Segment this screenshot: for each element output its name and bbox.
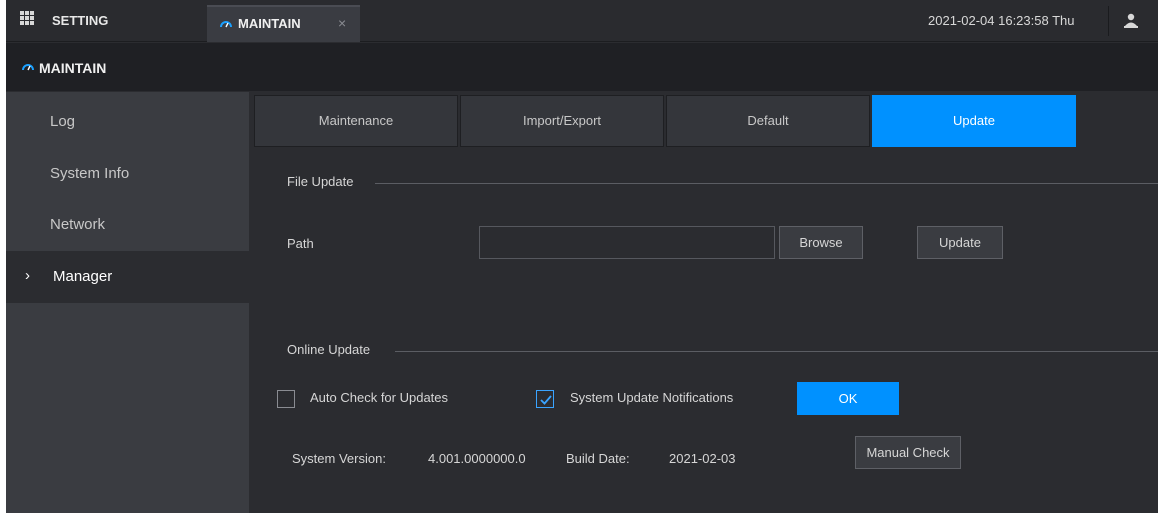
system-version-label: System Version:: [292, 451, 386, 466]
tab-import-export[interactable]: Import/Export: [460, 95, 664, 147]
sidebar-item-log[interactable]: Log: [6, 96, 249, 148]
build-date-value: 2021-02-03: [669, 451, 736, 466]
sidebar: Log System Info Network › Manager: [6, 92, 249, 513]
path-label: Path: [287, 236, 314, 251]
tab-maintain[interactable]: MAINTAIN ×: [207, 5, 360, 42]
system-version-value: 4.001.0000000.0: [428, 451, 526, 466]
auto-check-label: Auto Check for Updates: [310, 390, 449, 405]
gauge-icon: [220, 21, 232, 28]
notifications-label: System Update Notifications: [570, 390, 734, 405]
auto-check-checkbox[interactable]: [277, 390, 295, 408]
divider: [1108, 6, 1109, 36]
checkmark-icon: [540, 395, 552, 405]
tab-maintain-label: MAINTAIN: [238, 16, 301, 31]
tab-maintenance[interactable]: Maintenance: [254, 95, 458, 147]
path-input[interactable]: [479, 226, 775, 259]
build-date-label: Build Date:: [566, 451, 630, 466]
divider: [395, 351, 1158, 352]
tab-update[interactable]: Update: [872, 95, 1076, 147]
gauge-icon: [22, 64, 34, 71]
sidebar-item-label: System Info: [50, 165, 130, 182]
manual-check-button[interactable]: Manual Check: [855, 436, 961, 469]
setting-tab[interactable]: SETTING: [52, 13, 108, 28]
close-icon[interactable]: ×: [338, 15, 346, 31]
sidebar-item-network[interactable]: Network: [6, 199, 249, 251]
sidebar-item-manager[interactable]: › Manager: [6, 251, 249, 303]
file-update-title: File Update: [287, 174, 354, 189]
sidebar-item-system-info[interactable]: System Info: [6, 148, 249, 200]
divider: [375, 183, 1158, 184]
datetime-display: 2021-02-04 16:23:58 Thu: [928, 13, 1075, 28]
chevron-right-icon: ›: [25, 267, 30, 284]
sidebar-item-label: Log: [50, 113, 76, 130]
online-update-title: Online Update: [287, 342, 371, 357]
update-button[interactable]: Update: [917, 226, 1003, 259]
sidebar-item-label: Network: [50, 216, 106, 233]
sidebar-item-label: Manager: [53, 268, 113, 285]
section-header: MAINTAIN: [6, 43, 1158, 91]
apps-grid-icon[interactable]: [20, 11, 34, 25]
app-window: SETTING MAINTAIN × 2021-02-04 16:23:58 T…: [6, 0, 1158, 513]
user-icon[interactable]: [1124, 12, 1138, 28]
top-bar: SETTING MAINTAIN × 2021-02-04 16:23:58 T…: [6, 0, 1158, 42]
page-title: MAINTAIN: [39, 60, 107, 76]
ok-button[interactable]: OK: [797, 382, 899, 415]
browse-button[interactable]: Browse: [779, 226, 863, 259]
tab-default[interactable]: Default: [666, 95, 870, 147]
main-content: Maintenance Import/Export Default Update…: [249, 92, 1158, 513]
notifications-checkbox[interactable]: [536, 390, 554, 408]
